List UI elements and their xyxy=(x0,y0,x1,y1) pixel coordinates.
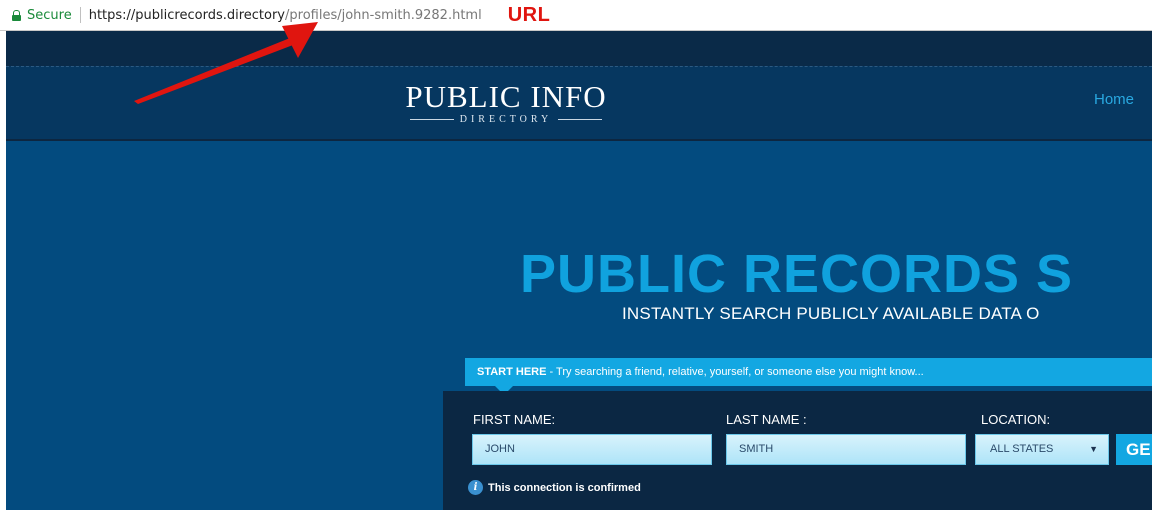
nav-home-link[interactable]: Home xyxy=(1094,91,1134,108)
hero-title: PUBLIC RECORDS S xyxy=(520,244,1074,304)
first-name-label: FIRST NAME: xyxy=(473,412,556,427)
hero-subtitle: INSTANTLY SEARCH PUBLICLY AVAILABLE DATA… xyxy=(622,304,1040,323)
lock-icon xyxy=(12,9,21,21)
start-here-banner: START HERE - Try searching a friend, rel… xyxy=(465,358,1152,395)
url-annotation-label: URL xyxy=(507,3,551,26)
logo-rule-left xyxy=(409,119,454,120)
last-name-input[interactable]: SMITH xyxy=(726,434,966,465)
site-logo[interactable]: PUBLIC INFO DIRECTORY xyxy=(366,79,646,126)
logo-subtitle: DIRECTORY xyxy=(459,114,553,125)
logo-rule-right xyxy=(558,119,603,120)
location-label: LOCATION: xyxy=(981,412,1051,427)
secure-label: Secure xyxy=(27,7,72,23)
logo-subtitle-row: DIRECTORY xyxy=(366,114,646,125)
location-value: ALL STATES xyxy=(990,443,1054,455)
url-text[interactable]: https://publicrecords.directory/profiles… xyxy=(89,8,482,23)
banner-text: - Try searching a friend, relative, your… xyxy=(546,366,924,378)
url-path: /profiles/john-smith.9282.html xyxy=(285,7,482,23)
hero-section: PUBLIC RECORDS S INSTANTLY SEARCH PUBLIC… xyxy=(6,141,1152,510)
info-icon: i xyxy=(468,480,483,495)
search-panel: FIRST NAME: LAST NAME : LOCATION: JOHN S… xyxy=(443,391,1152,510)
last-name-label: LAST NAME : xyxy=(726,412,807,427)
address-bar[interactable]: Secure https://publicrecords.directory/p… xyxy=(0,0,1152,31)
connection-confirmed: i This connection is confirmed xyxy=(468,480,641,495)
banner-strong: START HERE xyxy=(477,366,547,378)
first-name-input[interactable]: JOHN xyxy=(472,434,712,465)
go-button[interactable]: GE xyxy=(1116,434,1152,465)
top-strip xyxy=(6,31,1152,66)
chevron-down-icon: ▼ xyxy=(1089,444,1098,454)
url-base: https://publicrecords.directory xyxy=(88,7,286,23)
confirm-text: This connection is confirmed xyxy=(488,481,641,494)
site-header: PUBLIC INFO DIRECTORY Home xyxy=(6,66,1152,142)
location-select[interactable]: ALL STATES ▼ xyxy=(975,434,1109,465)
logo-title: PUBLIC INFO xyxy=(405,79,607,114)
address-separator xyxy=(79,7,81,23)
